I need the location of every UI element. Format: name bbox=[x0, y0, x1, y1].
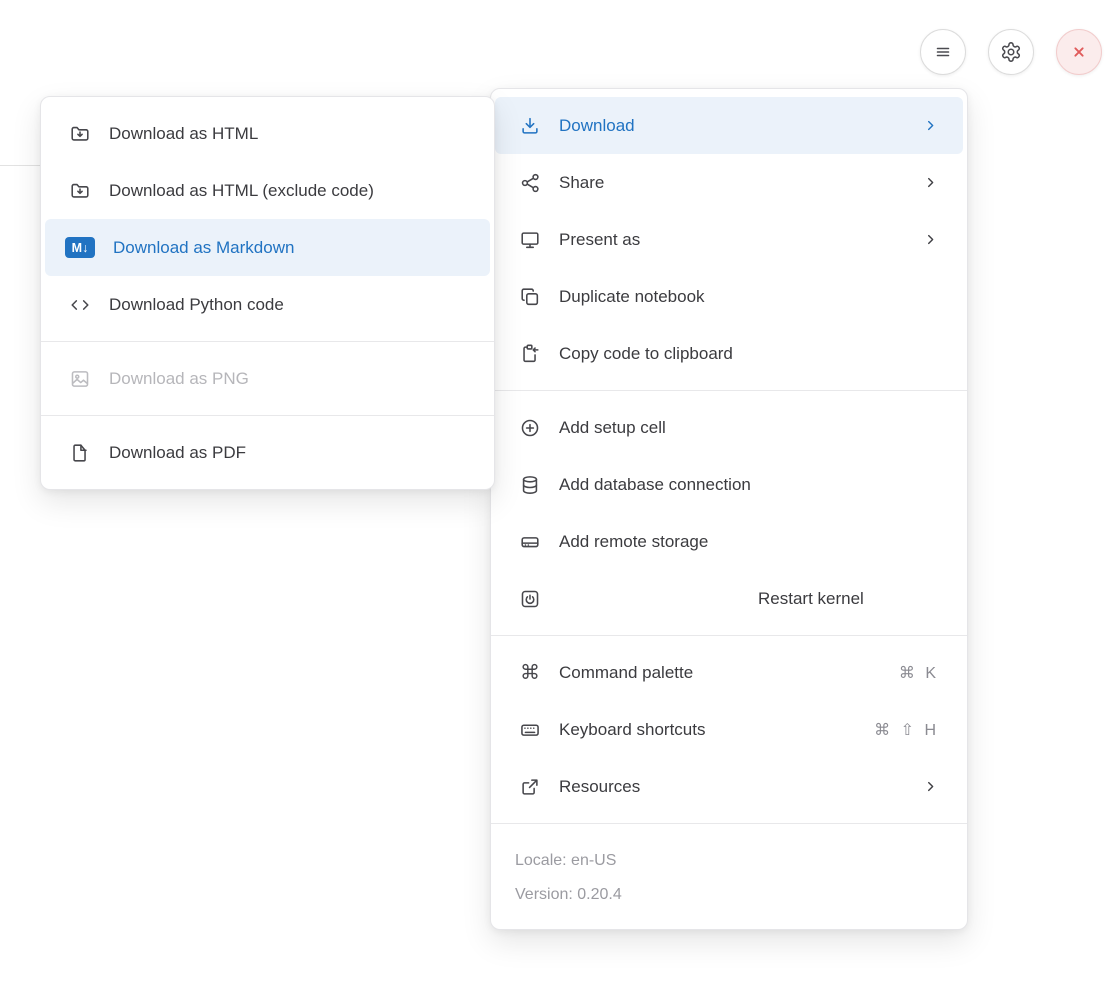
image-icon bbox=[69, 368, 91, 390]
file-icon bbox=[69, 442, 91, 464]
hard-drive-icon bbox=[519, 531, 541, 553]
menu-item-share[interactable]: Share bbox=[495, 154, 963, 211]
chevron-right-icon bbox=[922, 174, 939, 191]
notebook-actions-menu: Download Share Present as Duplicate note… bbox=[490, 88, 968, 930]
menu-item-label: Download as PDF bbox=[109, 443, 466, 463]
clipboard-copy-icon bbox=[519, 343, 541, 365]
notebook-menu-button[interactable] bbox=[920, 29, 966, 75]
version-text: Version: 0.20.4 bbox=[515, 878, 943, 912]
share-icon bbox=[519, 172, 541, 194]
duplicate-icon bbox=[519, 286, 541, 308]
plus-circle-icon bbox=[519, 417, 541, 439]
keyboard-icon bbox=[519, 719, 541, 741]
menu-divider bbox=[41, 415, 494, 416]
submenu-item-download-as-html[interactable]: Download as HTML bbox=[45, 105, 490, 162]
menu-divider bbox=[491, 390, 967, 391]
keyboard-shortcut-hint: ⌘ ⇧ H bbox=[874, 720, 939, 740]
menu-item-label: Download Python code bbox=[109, 295, 466, 315]
presentation-icon bbox=[519, 229, 541, 251]
menu-item-label: Keyboard shortcuts bbox=[559, 720, 856, 740]
menu-item-resources[interactable]: Resources bbox=[495, 758, 963, 815]
menu-item-download[interactable]: Download bbox=[495, 97, 963, 154]
menu-item-label: Restart kernel bbox=[758, 589, 939, 609]
menu-item-copy-code-to-clipboard[interactable]: Copy code to clipboard bbox=[495, 325, 963, 382]
external-link-icon bbox=[519, 776, 541, 798]
menu-divider bbox=[41, 341, 494, 342]
power-icon bbox=[519, 588, 541, 610]
close-icon bbox=[1068, 41, 1090, 63]
download-submenu: Download as HTML Download as HTML (exclu… bbox=[40, 96, 495, 490]
menu-item-add-setup-cell[interactable]: Add setup cell bbox=[495, 399, 963, 456]
command-icon: ⌘ bbox=[519, 663, 541, 683]
menu-item-command-palette[interactable]: ⌘ Command palette ⌘ K bbox=[495, 644, 963, 701]
menu-item-add-database-connection[interactable]: Add database connection bbox=[495, 456, 963, 513]
menu-item-label: Add remote storage bbox=[559, 532, 939, 552]
chevron-right-icon bbox=[922, 778, 939, 795]
menu-item-label: Resources bbox=[559, 777, 904, 797]
keyboard-shortcut-hint: ⌘ K bbox=[899, 663, 939, 683]
menu-footer: Locale: en-US Version: 0.20.4 bbox=[491, 832, 967, 921]
submenu-item-download-as-png: Download as PNG bbox=[45, 350, 490, 407]
menu-item-add-remote-storage[interactable]: Add remote storage bbox=[495, 513, 963, 570]
menu-item-label: Share bbox=[559, 173, 904, 193]
menu-divider bbox=[491, 823, 967, 824]
database-icon bbox=[519, 474, 541, 496]
markdown-icon: M↓ bbox=[65, 237, 95, 258]
submenu-item-download-as-html-exclude-code[interactable]: Download as HTML (exclude code) bbox=[45, 162, 490, 219]
locale-text: Locale: en-US bbox=[515, 844, 943, 878]
folder-download-icon bbox=[69, 180, 91, 202]
chevron-right-icon bbox=[922, 231, 939, 248]
menu-item-label: Present as bbox=[559, 230, 904, 250]
menu-divider bbox=[491, 635, 967, 636]
shutdown-button[interactable] bbox=[1056, 29, 1102, 75]
menu-item-label: Add database connection bbox=[559, 475, 939, 495]
download-icon bbox=[519, 115, 541, 137]
submenu-item-download-as-markdown[interactable]: M↓ Download as Markdown bbox=[45, 219, 490, 276]
chevron-right-icon bbox=[922, 117, 939, 134]
menu-item-label: Download bbox=[559, 116, 904, 136]
menu-item-label: Command palette bbox=[559, 663, 881, 683]
menu-item-label: Add setup cell bbox=[559, 418, 939, 438]
menu-item-label: Download as HTML (exclude code) bbox=[109, 181, 466, 201]
menu-item-label: Copy code to clipboard bbox=[559, 344, 939, 364]
menu-item-label: Duplicate notebook bbox=[559, 287, 939, 307]
submenu-item-download-python-code[interactable]: Download Python code bbox=[45, 276, 490, 333]
menu-item-restart-kernel[interactable]: Restart kernel bbox=[495, 570, 963, 627]
menu-item-duplicate-notebook[interactable]: Duplicate notebook bbox=[495, 268, 963, 325]
menu-item-keyboard-shortcuts[interactable]: Keyboard shortcuts ⌘ ⇧ H bbox=[495, 701, 963, 758]
gear-icon bbox=[1000, 41, 1022, 63]
menu-item-present-as[interactable]: Present as bbox=[495, 211, 963, 268]
folder-download-icon bbox=[69, 123, 91, 145]
menu-item-label: Download as HTML bbox=[109, 124, 466, 144]
menu-item-label: Download as Markdown bbox=[113, 238, 466, 258]
page-edge-line bbox=[0, 165, 40, 166]
hamburger-icon bbox=[932, 41, 954, 63]
menu-item-label: Download as PNG bbox=[109, 369, 466, 389]
settings-button[interactable] bbox=[988, 29, 1034, 75]
submenu-item-download-as-pdf[interactable]: Download as PDF bbox=[45, 424, 490, 481]
code-icon bbox=[69, 294, 91, 316]
